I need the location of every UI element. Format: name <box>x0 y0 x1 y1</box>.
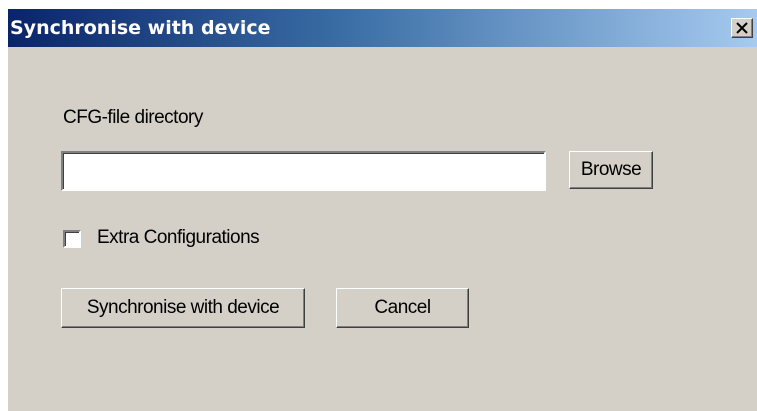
close-button[interactable] <box>731 18 753 38</box>
cancel-button[interactable]: Cancel <box>336 288 469 328</box>
close-icon <box>736 22 748 34</box>
cfg-directory-input[interactable] <box>61 151 546 191</box>
window-title: Synchronise with device <box>10 17 271 39</box>
title-bar[interactable]: Synchronise with device <box>8 9 757 47</box>
extra-configurations-checkbox[interactable] <box>63 230 81 248</box>
sync-dialog: Synchronise with device CFG-file directo… <box>8 8 757 411</box>
cfg-directory-label: CFG-file directory <box>63 107 203 128</box>
synchronise-button[interactable]: Synchronise with device <box>61 288 305 328</box>
browse-button[interactable]: Browse <box>569 151 653 189</box>
extra-configurations-label[interactable]: Extra Configurations <box>97 227 260 249</box>
